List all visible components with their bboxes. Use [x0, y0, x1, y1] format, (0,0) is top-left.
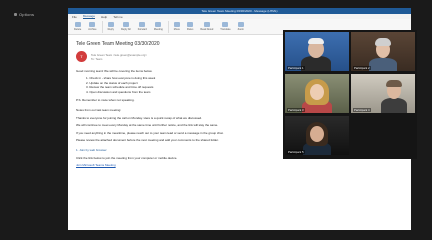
archive-button[interactable]: Archive	[86, 22, 98, 32]
reply-all-icon	[122, 22, 129, 27]
tab-file[interactable]: File	[72, 15, 77, 19]
options-icon	[14, 13, 17, 17]
participant-hair	[375, 38, 391, 46]
speaker-icon	[203, 22, 210, 27]
avatar: T	[76, 51, 87, 62]
sender-info: Tele Green Team <tele.green@example.org>…	[91, 53, 147, 61]
zoom-button[interactable]: Zoom	[236, 22, 246, 32]
ribbon-divider	[101, 20, 103, 33]
participant-tile[interactable]: Participant 1	[285, 32, 349, 71]
translate-icon	[222, 22, 229, 27]
participant-tile[interactable]: Participant 2	[351, 32, 415, 71]
participant-tile[interactable]: Participant 4	[351, 74, 415, 113]
window-title: Tele Green Team Meeting 03/30/2020 - Mes…	[201, 9, 278, 13]
forward-button[interactable]: Forward	[136, 22, 149, 32]
participant-name: Participant 1	[287, 66, 305, 70]
participant-face	[310, 126, 324, 142]
participant-tile[interactable]: Participant 5	[285, 116, 349, 155]
participant-hair	[308, 38, 324, 44]
reply-button[interactable]: Reply	[106, 22, 116, 32]
rules-icon	[187, 22, 194, 27]
participant-name: Participant 3	[287, 108, 305, 112]
recipient-line: To: Team	[91, 56, 103, 61]
ribbon-divider	[167, 20, 169, 33]
participant-video	[381, 98, 407, 113]
calendar-icon	[155, 22, 162, 27]
archive-icon	[89, 22, 96, 27]
tab-message[interactable]: Message	[82, 14, 96, 19]
read-aloud-button[interactable]: Read Aloud	[198, 22, 215, 32]
tab-help[interactable]: Help	[101, 15, 107, 19]
participant-hair	[386, 80, 402, 87]
participant-tile[interactable]: Participant 3	[285, 74, 349, 113]
folder-icon	[173, 22, 180, 27]
meeting-button[interactable]: Meeting	[152, 22, 165, 32]
participant-name: Participant 5	[287, 150, 305, 154]
join-meeting-link[interactable]: Join Microsoft Teams Meeting	[76, 163, 403, 167]
sender-address: Tele Green Team <tele.green@example.org>	[91, 52, 147, 57]
reply-icon	[107, 22, 114, 27]
move-button[interactable]: Move	[172, 22, 182, 32]
participant-name: Participant 2	[353, 66, 371, 70]
tab-tell-me[interactable]: Tell me	[113, 15, 123, 19]
translate-button[interactable]: Translate	[218, 22, 232, 32]
zoom-share-label[interactable]: Options	[14, 12, 34, 17]
participant-name: Participant 4	[353, 108, 371, 112]
magnifier-icon	[237, 22, 244, 27]
trash-icon	[74, 22, 81, 27]
participant-video	[301, 56, 331, 71]
delete-button[interactable]: Delete	[72, 22, 83, 32]
forward-icon	[139, 22, 146, 27]
video-gallery: Participant 1 Participant 2 Participant …	[283, 30, 417, 159]
rules-button[interactable]: Rules	[185, 22, 195, 32]
reply-all-button[interactable]: Reply All	[119, 22, 133, 32]
participant-video	[369, 58, 397, 71]
participant-face	[310, 84, 324, 100]
